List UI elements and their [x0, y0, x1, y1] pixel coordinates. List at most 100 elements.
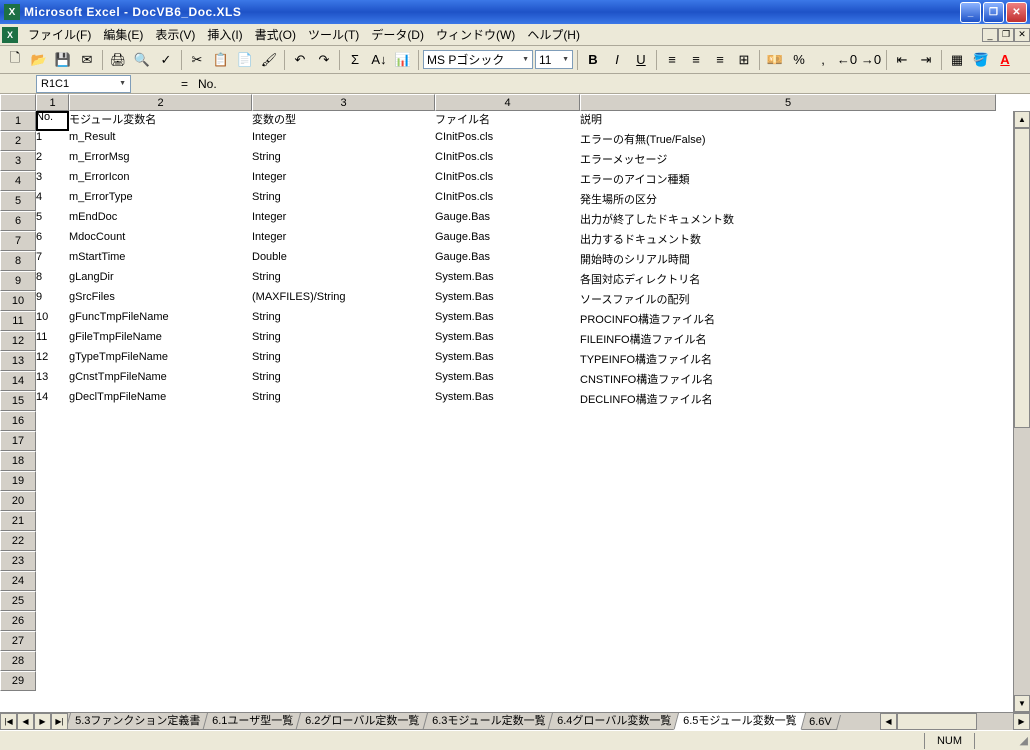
- new-button[interactable]: 🗋: [4, 49, 26, 71]
- row-header[interactable]: 22: [0, 531, 36, 551]
- cell[interactable]: [36, 551, 69, 571]
- comma-button[interactable]: ,: [812, 49, 834, 71]
- column-header[interactable]: 2: [69, 94, 252, 111]
- decrease-indent-button[interactable]: ⇤: [891, 49, 913, 71]
- cell[interactable]: [252, 431, 435, 451]
- workspace-restore-button[interactable]: ❐: [998, 28, 1014, 42]
- cell[interactable]: [580, 551, 996, 571]
- cell[interactable]: [252, 411, 435, 431]
- row-header[interactable]: 5: [0, 191, 36, 211]
- scroll-right-button[interactable]: ▶: [1013, 713, 1030, 730]
- cell[interactable]: [252, 531, 435, 551]
- cell[interactable]: [252, 511, 435, 531]
- row-header[interactable]: 18: [0, 451, 36, 471]
- cell[interactable]: [580, 451, 996, 471]
- cell[interactable]: m_ErrorIcon: [69, 171, 252, 191]
- cell[interactable]: [252, 571, 435, 591]
- cell[interactable]: [435, 671, 580, 691]
- workspace-minimize-button[interactable]: _: [982, 28, 998, 42]
- cell[interactable]: [252, 491, 435, 511]
- cell[interactable]: CInitPos.cls: [435, 151, 580, 171]
- cell[interactable]: [36, 651, 69, 671]
- align-right-button[interactable]: ≡: [709, 49, 731, 71]
- menu-help[interactable]: ヘルプ(H): [521, 24, 586, 45]
- cell[interactable]: gSrcFiles: [69, 291, 252, 311]
- cell[interactable]: 4: [36, 191, 69, 211]
- cell[interactable]: System.Bas: [435, 391, 580, 411]
- fill-color-button[interactable]: 🪣: [970, 49, 992, 71]
- cell[interactable]: gLangDir: [69, 271, 252, 291]
- menu-data[interactable]: データ(D): [365, 24, 430, 45]
- row-header[interactable]: 16: [0, 411, 36, 431]
- save-button[interactable]: 💾: [52, 49, 74, 71]
- cell[interactable]: [69, 571, 252, 591]
- last-sheet-button[interactable]: ▶|: [51, 713, 68, 730]
- cell[interactable]: [435, 471, 580, 491]
- column-header[interactable]: 1: [36, 94, 69, 111]
- currency-button[interactable]: 💴: [764, 49, 786, 71]
- cell[interactable]: [435, 591, 580, 611]
- open-button[interactable]: 📂: [28, 49, 50, 71]
- cell[interactable]: [435, 611, 580, 631]
- sheet-tab[interactable]: 5.3ファンクション定義書: [68, 713, 210, 730]
- cell[interactable]: gDeclTmpFileName: [69, 391, 252, 411]
- prev-sheet-button[interactable]: ◀: [17, 713, 34, 730]
- scroll-down-button[interactable]: ▼: [1014, 695, 1030, 712]
- cell[interactable]: [69, 591, 252, 611]
- merge-button[interactable]: ⊞: [733, 49, 755, 71]
- sheet-tab[interactable]: 6.2グローバル定数一覧: [296, 713, 429, 730]
- cell[interactable]: [252, 591, 435, 611]
- cell[interactable]: 1: [36, 131, 69, 151]
- cell[interactable]: [580, 471, 996, 491]
- cell[interactable]: mEndDoc: [69, 211, 252, 231]
- cell[interactable]: [580, 511, 996, 531]
- print-button[interactable]: 🖨: [107, 49, 129, 71]
- column-header[interactable]: 4: [435, 94, 580, 111]
- cell[interactable]: String: [252, 351, 435, 371]
- undo-button[interactable]: ↶: [289, 49, 311, 71]
- menu-tools[interactable]: ツール(T): [302, 24, 365, 45]
- cell[interactable]: 変数の型: [252, 111, 435, 131]
- cell[interactable]: Integer: [252, 211, 435, 231]
- cell[interactable]: 9: [36, 291, 69, 311]
- cell[interactable]: MdocCount: [69, 231, 252, 251]
- sheet-tab[interactable]: 6.5モジュール変数一覧: [674, 713, 807, 730]
- cell[interactable]: [580, 611, 996, 631]
- cell[interactable]: 11: [36, 331, 69, 351]
- decrease-decimal-button[interactable]: →0: [860, 49, 882, 71]
- scroll-up-button[interactable]: ▲: [1014, 111, 1030, 128]
- row-header[interactable]: 7: [0, 231, 36, 251]
- menu-window[interactable]: ウィンドウ(W): [430, 24, 521, 45]
- row-header[interactable]: 13: [0, 351, 36, 371]
- cell[interactable]: 12: [36, 351, 69, 371]
- cell[interactable]: System.Bas: [435, 311, 580, 331]
- row-header[interactable]: 1: [0, 111, 36, 131]
- cell[interactable]: 7: [36, 251, 69, 271]
- mail-button[interactable]: ✉: [76, 49, 98, 71]
- cell[interactable]: Integer: [252, 231, 435, 251]
- cell[interactable]: 開始時のシリアル時間: [580, 251, 996, 271]
- cell[interactable]: 出力が終了したドキュメント数: [580, 211, 996, 231]
- cell[interactable]: System.Bas: [435, 271, 580, 291]
- font-name-select[interactable]: MS Pゴシック▼: [423, 50, 533, 69]
- cell[interactable]: [435, 631, 580, 651]
- cell[interactable]: [69, 611, 252, 631]
- scroll-thumb[interactable]: [897, 713, 977, 730]
- cell[interactable]: [252, 611, 435, 631]
- cell[interactable]: String: [252, 331, 435, 351]
- menu-view[interactable]: 表示(V): [149, 24, 201, 45]
- sheet-tab[interactable]: 6.4グローバル変数一覧: [548, 713, 681, 730]
- scroll-left-button[interactable]: ◀: [880, 713, 897, 730]
- cell[interactable]: CNSTINFO構造ファイル名: [580, 371, 996, 391]
- cell[interactable]: m_ErrorType: [69, 191, 252, 211]
- cell[interactable]: No.: [36, 111, 69, 131]
- cell[interactable]: [252, 551, 435, 571]
- cell[interactable]: 10: [36, 311, 69, 331]
- cell[interactable]: gFuncTmpFileName: [69, 311, 252, 331]
- row-header[interactable]: 15: [0, 391, 36, 411]
- row-header[interactable]: 4: [0, 171, 36, 191]
- sheet-tab[interactable]: 6.1ユーザ型一覧: [203, 713, 303, 730]
- cell[interactable]: モジュール変数名: [69, 111, 252, 131]
- cell[interactable]: エラーのアイコン種類: [580, 171, 996, 191]
- row-header[interactable]: 17: [0, 431, 36, 451]
